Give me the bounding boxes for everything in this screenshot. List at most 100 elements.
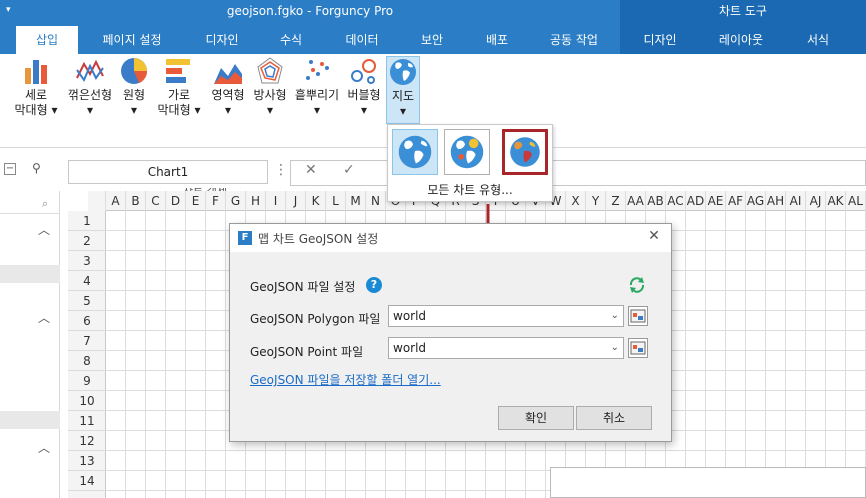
row-header[interactable]: 12: [68, 431, 106, 451]
row-header[interactable]: 13: [68, 451, 106, 471]
point-file-select[interactable]: world ⌄: [388, 337, 624, 359]
column-header[interactable]: B: [126, 191, 146, 211]
tab-chart-layout[interactable]: 레이아웃: [706, 26, 776, 54]
row-header[interactable]: 11: [68, 411, 106, 431]
map-chart-option-geojson[interactable]: [502, 129, 548, 175]
scatter-chart-label2: ▾: [313, 103, 321, 117]
column-header[interactable]: AL: [846, 191, 866, 211]
column-header[interactable]: E: [186, 191, 206, 211]
column-header[interactable]: AB: [646, 191, 666, 211]
map-edit-icon: [630, 341, 646, 355]
column-header[interactable]: J: [286, 191, 306, 211]
polygon-file-select[interactable]: world ⌄: [388, 305, 624, 327]
cancel-button[interactable]: 취소: [576, 406, 652, 430]
tab-deploy[interactable]: 배포: [470, 26, 524, 54]
globe-bubble-icon: [450, 135, 484, 169]
map-chart-option-bubble[interactable]: [444, 129, 490, 175]
chevron-up-icon[interactable]: ︿: [38, 221, 52, 237]
column-header[interactable]: AC: [666, 191, 686, 211]
chevron-up-icon[interactable]: ︿: [38, 439, 52, 455]
line-chart-button[interactable]: 꺾은선형 ▾: [64, 56, 116, 124]
point-file-value: world: [393, 341, 427, 355]
ok-button[interactable]: 확인: [498, 406, 574, 430]
radar-chart-button[interactable]: 방사형 ▾: [250, 56, 290, 124]
tab-chart-format[interactable]: 서식: [790, 26, 846, 54]
column-header[interactable]: AG: [746, 191, 766, 211]
row-header[interactable]: 6: [68, 311, 106, 331]
column-header[interactable]: AJ: [806, 191, 826, 211]
column-header[interactable]: D: [166, 191, 186, 211]
scatter-chart-icon: [306, 60, 329, 80]
column-header[interactable]: C: [146, 191, 166, 211]
map-chart-button[interactable]: 지도 ▾: [386, 56, 420, 124]
column-header[interactable]: AK: [826, 191, 846, 211]
open-geojson-folder-link[interactable]: GeoJSON 파일을 저장할 폴더 열기...: [250, 371, 441, 388]
panel-list-item[interactable]: [0, 265, 60, 283]
bubble-chart-button[interactable]: 버블형 ▾: [344, 56, 384, 124]
name-box[interactable]: Chart1: [68, 160, 268, 184]
column-header[interactable]: AE: [706, 191, 726, 211]
column-header[interactable]: I: [266, 191, 286, 211]
edit-geojson-point-button[interactable]: [628, 338, 648, 358]
tab-design[interactable]: 디자인: [190, 26, 254, 54]
row-header[interactable]: 3: [68, 251, 106, 271]
accept-formula-icon[interactable]: ✓: [343, 162, 357, 182]
tab-collaboration[interactable]: 공동 작업: [534, 26, 614, 54]
column-header[interactable]: AD: [686, 191, 706, 211]
column-header[interactable]: X: [566, 191, 586, 211]
tab-insert[interactable]: 삽입: [16, 26, 78, 54]
collapse-icon[interactable]: −: [4, 163, 16, 175]
pie-chart-button[interactable]: 원형 ▾: [118, 56, 150, 124]
tab-chart-design[interactable]: 디자인: [628, 26, 692, 54]
row-header[interactable]: 2: [68, 231, 106, 251]
row-header[interactable]: 1: [68, 211, 106, 231]
row-headers: 1 2 3 4 5 6 7 8 9 10 11 12 13 14: [68, 211, 106, 498]
column-header[interactable]: H: [246, 191, 266, 211]
scatter-chart-button[interactable]: 흩뿌리기 ▾: [292, 56, 342, 124]
column-header[interactable]: AH: [766, 191, 786, 211]
row-header[interactable]: 9: [68, 371, 106, 391]
pin-icon[interactable]: ⚲: [32, 161, 46, 177]
row-header[interactable]: 5: [68, 291, 106, 311]
ribbon-tabs: 삽입 페이지 설정 디자인 수식 데이터 보안 배포 공동 작업 디자인 레이아…: [0, 26, 866, 54]
column-header[interactable]: AA: [626, 191, 646, 211]
tab-formulas[interactable]: 수식: [262, 26, 320, 54]
column-header[interactable]: K: [306, 191, 326, 211]
column-header[interactable]: F: [206, 191, 226, 211]
area-chart-button[interactable]: 영역형 ▾: [208, 56, 248, 124]
column-header[interactable]: AF: [726, 191, 746, 211]
column-header[interactable]: N: [366, 191, 386, 211]
bar-chart-button[interactable]: 가로 막대형 ▾: [154, 56, 204, 124]
chevron-down-icon: ⌄: [610, 342, 619, 353]
column-chart-button[interactable]: 세로 막대형 ▾: [12, 56, 60, 124]
cancel-formula-icon[interactable]: ✕: [305, 162, 319, 182]
polygon-file-label: GeoJSON Polygon 파일: [250, 312, 381, 326]
panel-list-item[interactable]: [0, 411, 60, 429]
chevron-up-icon[interactable]: ︿: [38, 309, 52, 325]
row-header[interactable]: 7: [68, 331, 106, 351]
column-header[interactable]: AI: [786, 191, 806, 211]
map-chart-option-basic[interactable]: [392, 129, 438, 175]
column-header[interactable]: M: [346, 191, 366, 211]
column-header[interactable]: A: [106, 191, 126, 211]
row-header[interactable]: 4: [68, 271, 106, 291]
tab-data[interactable]: 데이터: [332, 26, 392, 54]
row-header[interactable]: 8: [68, 351, 106, 371]
row-header[interactable]: 10: [68, 391, 106, 411]
help-icon[interactable]: ?: [366, 277, 382, 293]
all-chart-types-link[interactable]: 모든 차트 유형...: [388, 179, 552, 201]
formula-input[interactable]: [290, 160, 866, 186]
column-header[interactable]: L: [326, 191, 346, 211]
column-header[interactable]: G: [226, 191, 246, 211]
row-header[interactable]: 14: [68, 471, 106, 491]
refresh-icon[interactable]: [628, 276, 646, 294]
map-chart-dropdown: 모든 차트 유형...: [387, 124, 553, 202]
column-header[interactable]: Y: [586, 191, 606, 211]
close-icon[interactable]: ✕: [644, 228, 664, 248]
column-header[interactable]: Z: [606, 191, 626, 211]
tab-security[interactable]: 보안: [404, 26, 460, 54]
search-icon[interactable]: ⌕: [42, 197, 56, 211]
chart-object[interactable]: [550, 467, 866, 498]
tab-page-setup[interactable]: 페이지 설정: [92, 26, 172, 54]
edit-geojson-button[interactable]: [628, 306, 648, 326]
